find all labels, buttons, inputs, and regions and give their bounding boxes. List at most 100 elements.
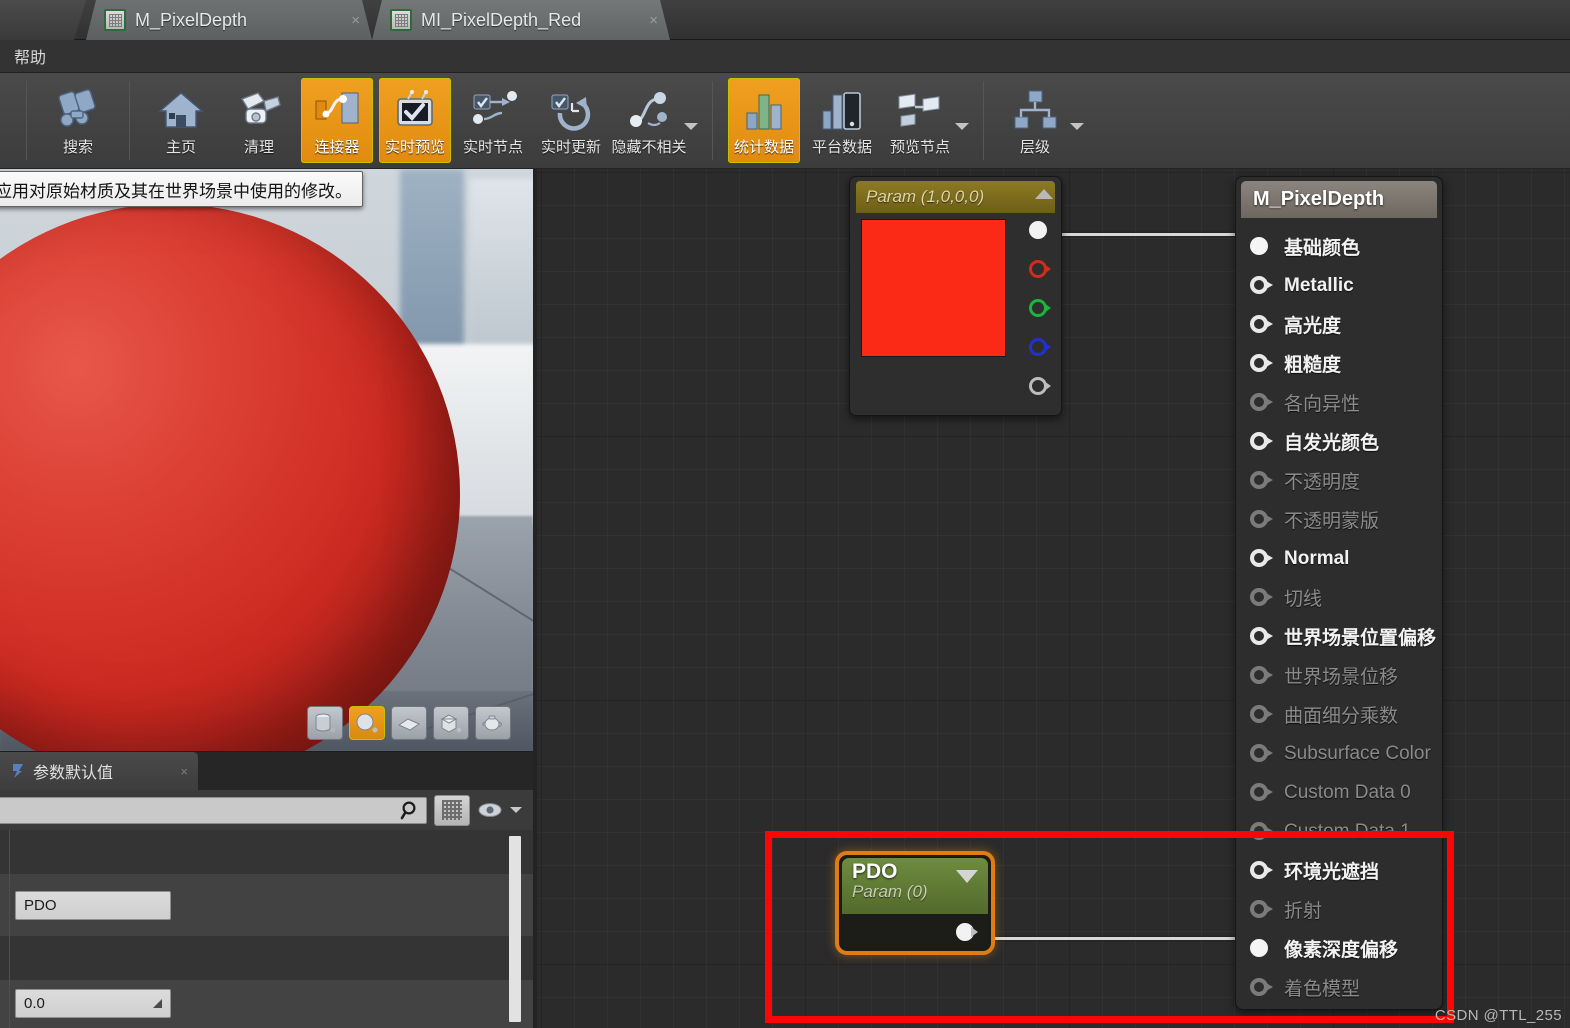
input-label: 像素深度偏移 [1284, 940, 1399, 961]
node-header[interactable]: Param (1,0,0,0) [856, 181, 1055, 213]
g-output-pin[interactable] [1029, 299, 1051, 319]
material-input-anisotropy[interactable]: 各向异性 [1250, 383, 1442, 422]
row-divider [9, 936, 10, 980]
a-output-pin[interactable] [1029, 377, 1051, 397]
wire-color-to-base-color[interactable] [1060, 233, 1241, 236]
parameter-number-field[interactable]: 0.0 [15, 988, 171, 1018]
spinner-handle-icon[interactable] [153, 998, 162, 1008]
node-vector-parameter[interactable]: Param (1,0,0,0) [849, 176, 1062, 416]
input-pin[interactable] [1250, 314, 1274, 335]
node-header[interactable]: M_PixelDepth [1241, 181, 1437, 218]
input-pin[interactable] [1250, 275, 1274, 296]
input-pin[interactable] [1250, 704, 1274, 725]
sphere-preview-shape-button[interactable] [349, 706, 385, 740]
visibility-eye-icon[interactable] [477, 798, 503, 822]
toolbar-button-connectors[interactable]: 连接器 [301, 78, 373, 163]
tab-m-pixeldepth[interactable]: M_PixelDepth × [86, 0, 372, 40]
material-input-specular[interactable]: 高光度 [1250, 305, 1442, 344]
close-icon[interactable]: × [343, 12, 360, 29]
toolbar-button-live-nodes[interactable]: 实时节点 [457, 78, 529, 163]
material-input-roughness[interactable]: 粗糙度 [1250, 344, 1442, 383]
toolbar-button-search[interactable]: 搜索 [42, 78, 114, 163]
scrollbar-thumb[interactable] [509, 836, 521, 1022]
material-input-subsurface-color[interactable]: Subsurface Color [1250, 734, 1442, 773]
node-header[interactable]: PDO Param (0) [842, 858, 988, 914]
toolbar-button-home[interactable]: 主页 [145, 78, 217, 163]
input-pin[interactable] [1250, 938, 1274, 959]
input-pin[interactable] [1250, 548, 1274, 569]
tab-mi-pixeldepth-red[interactable]: MI_PixelDepth_Red × [372, 0, 670, 40]
toolbar-button-hide-unrelated[interactable]: 隐藏不相关 [612, 78, 687, 163]
material-input-ambient-occlusion[interactable]: 环境光遮挡 [1250, 851, 1442, 890]
chevron-down-icon[interactable] [955, 123, 969, 130]
node-scalar-parameter-pdo[interactable]: PDO Param (0) [835, 851, 995, 955]
parameter-name-field[interactable]: PDO [15, 890, 171, 920]
toolbar-button-platform-stats[interactable]: 平台数据 [806, 78, 878, 163]
input-pin[interactable] [1250, 977, 1274, 998]
input-pin[interactable] [1250, 743, 1274, 764]
search-input[interactable] [4, 802, 400, 818]
close-icon[interactable]: × [180, 764, 188, 779]
material-input-custom-data-1[interactable]: Custom Data 1 [1250, 812, 1442, 851]
input-pin[interactable] [1250, 431, 1274, 452]
plane-preview-shape-button[interactable] [391, 706, 427, 740]
material-graph-canvas[interactable]: Param (1,0,0,0) PDO Param (0) M_PixelDep… [533, 169, 1570, 1028]
input-pin[interactable] [1250, 470, 1274, 491]
graph-left-edge [533, 169, 537, 1028]
toolbar-button-cleanup[interactable]: 清理 [223, 78, 295, 163]
chevron-up-icon[interactable] [1035, 189, 1053, 199]
input-pin[interactable] [1250, 353, 1274, 374]
b-output-pin[interactable] [1029, 338, 1051, 358]
input-pin[interactable] [1250, 626, 1274, 647]
input-pin[interactable] [1250, 587, 1274, 608]
toolbar-button-stats[interactable]: 统计数据 [728, 78, 800, 163]
material-input-world-displacement[interactable]: 世界场景位移 [1250, 656, 1442, 695]
teapot-preview-shape-button[interactable] [475, 706, 511, 740]
toolbar-button-hierarchy[interactable]: 层级 [999, 78, 1071, 163]
material-input-metallic[interactable]: Metallic [1250, 266, 1442, 305]
color-swatch[interactable] [861, 219, 1006, 357]
input-pin[interactable] [1250, 782, 1274, 803]
input-pin[interactable] [1250, 899, 1274, 920]
material-input-world-position-offset[interactable]: 世界场景位置偏移 [1250, 617, 1442, 656]
toolbar-button-live-preview[interactable]: 实时预览 [379, 78, 451, 163]
input-pin[interactable] [1250, 860, 1274, 881]
material-input-custom-data-0[interactable]: Custom Data 0 [1250, 773, 1442, 812]
material-input-pixel-depth-offset[interactable]: 像素深度偏移 [1250, 929, 1442, 968]
material-input-tessellation-multiplier[interactable]: 曲面细分乘数 [1250, 695, 1442, 734]
chevron-down-icon[interactable] [510, 807, 522, 813]
r-output-pin[interactable] [1029, 260, 1051, 280]
cube-preview-shape-button[interactable] [433, 706, 469, 740]
input-pin[interactable] [1250, 236, 1274, 257]
material-input-opacity[interactable]: 不透明度 [1250, 461, 1442, 500]
search-input-wrapper[interactable] [0, 796, 427, 824]
material-input-shading-model[interactable]: 着色模型 [1250, 968, 1442, 1007]
wire-pdo-to-pixel-depth-offset[interactable] [989, 937, 1243, 940]
toolbar-button-live-update[interactable]: 实时更新 [535, 78, 607, 163]
material-input-refraction[interactable]: 折射 [1250, 890, 1442, 929]
cylinder-preview-shape-button[interactable] [307, 706, 343, 740]
chevron-down-icon[interactable] [684, 123, 698, 130]
input-pin[interactable] [1250, 392, 1274, 413]
chevron-down-icon[interactable] [956, 870, 978, 883]
toolbar-button-label: 层级 [1019, 139, 1050, 156]
input-pin[interactable] [1250, 665, 1274, 686]
tab-parameter-defaults[interactable]: 参数默认值 × [0, 752, 198, 790]
chevron-down-icon[interactable] [1070, 123, 1084, 130]
parameter-list-scrollbar[interactable] [509, 836, 521, 1022]
node-material-output[interactable]: M_PixelDepth 基础颜色 Metallic 高光度 粗糙度 各向异性 … [1235, 176, 1443, 1010]
material-preview-viewport[interactable]: 应用对原始材质及其在世界场景中使用的修改。 [0, 169, 533, 751]
pdo-output-pin[interactable] [956, 923, 980, 945]
toolbar-button-preview-node[interactable]: 预览节点 [884, 78, 956, 163]
grid-view-toggle-button[interactable] [434, 794, 470, 826]
material-input-base-color[interactable]: 基础颜色 [1250, 227, 1442, 266]
input-pin[interactable] [1250, 509, 1274, 530]
material-input-normal[interactable]: Normal [1250, 539, 1442, 578]
menu-item-help[interactable]: 帮助 [0, 44, 60, 68]
rgba-output-pin[interactable] [1029, 221, 1051, 241]
material-input-tangent[interactable]: 切线 [1250, 578, 1442, 617]
close-icon[interactable]: × [641, 12, 658, 29]
material-input-emissive-color[interactable]: 自发光颜色 [1250, 422, 1442, 461]
input-pin[interactable] [1250, 821, 1274, 842]
material-input-opacity-mask[interactable]: 不透明蒙版 [1250, 500, 1442, 539]
